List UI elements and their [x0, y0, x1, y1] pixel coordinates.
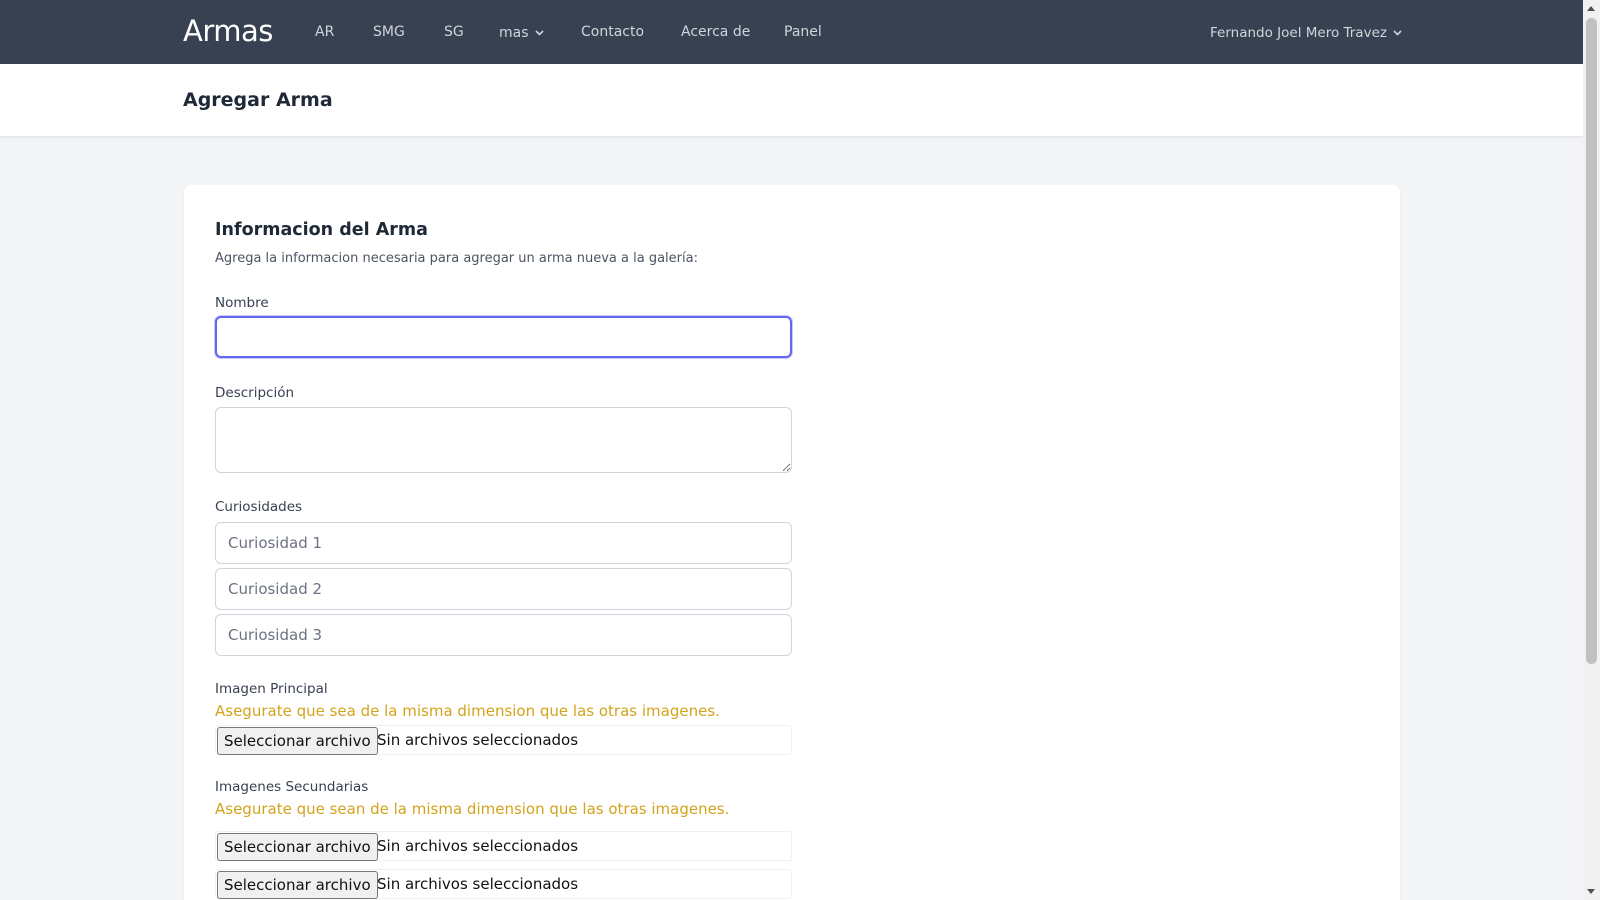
- nombre-input[interactable]: [215, 316, 792, 358]
- imagen-secundaria-1-file-input: Seleccionar archivo Sin archivos selecci…: [215, 831, 792, 861]
- page-title: Agregar Arma: [183, 89, 333, 111]
- top-navbar: Armas AR SMG SG mas Contacto Acerca de P…: [0, 0, 1583, 64]
- chevron-down-icon: [534, 24, 544, 40]
- nav-item-ar[interactable]: AR: [315, 24, 334, 40]
- nombre-label: Nombre: [215, 295, 269, 311]
- chevron-down-icon: [1393, 24, 1402, 40]
- imagen-principal-warning: Asegurate que sea de la misma dimension …: [215, 702, 720, 720]
- imagenes-secundarias-label: Imagenes Secundarias: [215, 779, 369, 795]
- file-status: Sin archivos seleccionados: [377, 731, 579, 749]
- scroll-up-arrow-icon[interactable]: [1587, 6, 1595, 11]
- section-title: Informacion del Arma: [215, 220, 428, 240]
- file-status: Sin archivos seleccionados: [377, 837, 579, 855]
- file-select-button[interactable]: Seleccionar archivo: [217, 871, 378, 899]
- nav-item-sg[interactable]: SG: [444, 24, 464, 40]
- section-subtitle: Agrega la informacion necesaria para agr…: [215, 251, 698, 266]
- nav-item-contacto[interactable]: Contacto: [581, 24, 644, 40]
- user-name: Fernando Joel Mero Travez: [1210, 25, 1387, 41]
- nav-item-panel[interactable]: Panel: [784, 24, 822, 40]
- nav-item-mas[interactable]: mas: [499, 24, 544, 41]
- file-status: Sin archivos seleccionados: [377, 875, 579, 893]
- curiosidad-3-input[interactable]: [215, 614, 792, 656]
- imagen-secundaria-2-file-input: Seleccionar archivo Sin archivos selecci…: [215, 869, 792, 899]
- nav-item-mas-label: mas: [499, 25, 529, 41]
- file-select-button[interactable]: Seleccionar archivo: [217, 833, 378, 861]
- user-menu[interactable]: Fernando Joel Mero Travez: [1210, 24, 1402, 41]
- scroll-down-arrow-icon[interactable]: [1587, 889, 1595, 894]
- imagen-principal-label: Imagen Principal: [215, 681, 328, 697]
- descripcion-textarea[interactable]: [215, 407, 792, 473]
- scrollbar-thumb[interactable]: [1586, 18, 1597, 664]
- file-select-button[interactable]: Seleccionar archivo: [217, 727, 378, 755]
- descripcion-label: Descripción: [215, 385, 295, 401]
- imagen-principal-file-input: Seleccionar archivo Sin archivos selecci…: [215, 725, 792, 755]
- weapon-form-card: Informacion del Arma Agrega la informaci…: [184, 185, 1400, 900]
- nav-item-smg[interactable]: SMG: [373, 24, 405, 40]
- curiosidad-1-input[interactable]: [215, 522, 792, 564]
- curiosidades-label: Curiosidades: [215, 499, 303, 515]
- page-header: Agregar Arma: [0, 64, 1583, 137]
- curiosidad-2-input[interactable]: [215, 568, 792, 610]
- brand-logo[interactable]: Armas: [183, 14, 273, 48]
- vertical-scrollbar[interactable]: [1583, 0, 1600, 900]
- nav-item-acerca-de[interactable]: Acerca de: [681, 24, 750, 40]
- imagenes-secundarias-warning: Asegurate que sean de la misma dimension…: [215, 800, 730, 818]
